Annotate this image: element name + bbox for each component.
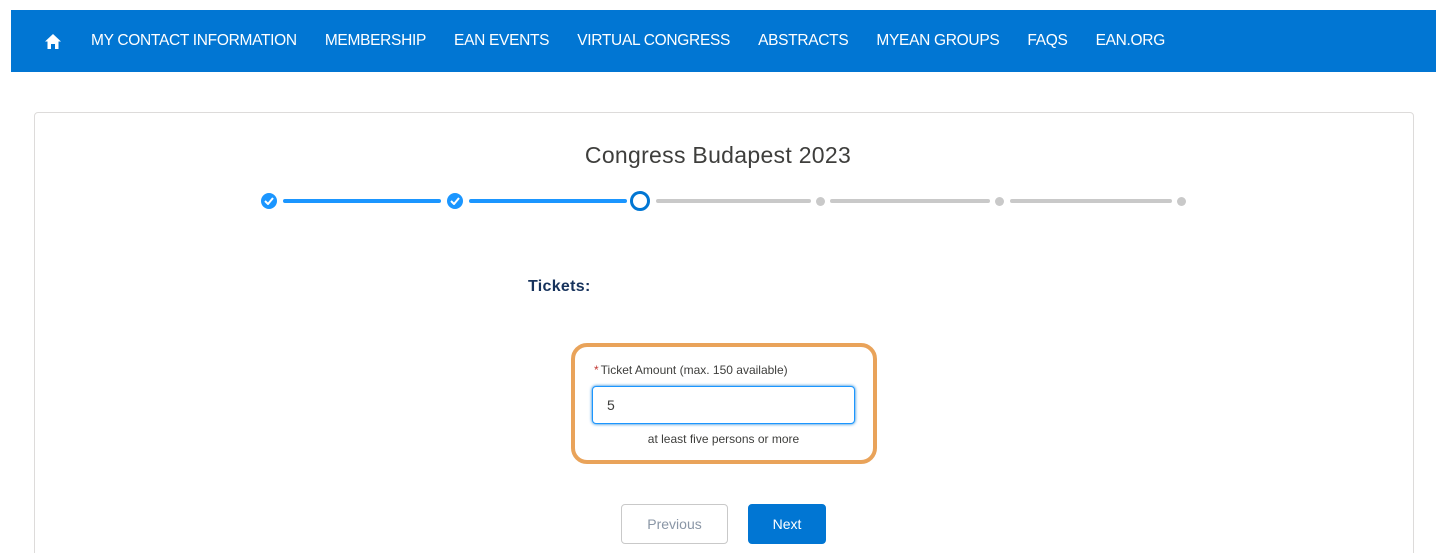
next-button[interactable]: Next — [748, 504, 826, 544]
nav-item-myean-groups[interactable]: MYEAN GROUPS — [876, 10, 999, 72]
nav-item-membership[interactable]: MEMBERSHIP — [325, 10, 427, 72]
progress-segment-5 — [1010, 199, 1172, 203]
home-icon[interactable] — [41, 29, 65, 53]
nav-item-faqs[interactable]: FAQS — [1027, 10, 1067, 72]
nav-item-ean-events[interactable]: EAN EVENTS — [454, 10, 550, 72]
top-navbar: MY CONTACT INFORMATION MEMBERSHIP EAN EV… — [11, 10, 1436, 72]
step-5-icon[interactable] — [995, 197, 1004, 206]
ticket-amount-help-text: at least five persons or more — [647, 432, 800, 446]
nav-item-my-contact-information[interactable]: MY CONTACT INFORMATION — [91, 10, 297, 72]
step-4-icon[interactable] — [816, 197, 825, 206]
progress-segment-4 — [830, 199, 990, 203]
step-1-complete-icon[interactable] — [261, 193, 277, 209]
ticket-amount-input[interactable] — [592, 386, 855, 424]
ticket-amount-label-text: Ticket Amount (max. 150 available) — [600, 363, 788, 377]
nav-item-ean-org[interactable]: EAN.ORG — [1096, 10, 1166, 72]
progress-segment-2 — [469, 199, 627, 203]
step-2-complete-icon[interactable] — [447, 193, 463, 209]
ticket-amount-label: * Ticket Amount (max. 150 available) — [594, 363, 788, 377]
step-6-icon[interactable] — [1177, 197, 1186, 206]
progress-segment-1 — [283, 199, 441, 203]
progress-segment-3 — [656, 199, 811, 203]
required-marker: * — [594, 363, 599, 377]
registration-card — [34, 112, 1414, 553]
tickets-section-label: Tickets: — [528, 278, 591, 295]
previous-button[interactable]: Previous — [621, 504, 728, 544]
page-title: Congress Budapest 2023 — [584, 142, 852, 168]
step-3-current-icon[interactable] — [630, 191, 650, 211]
nav-item-virtual-congress[interactable]: VIRTUAL CONGRESS — [577, 10, 730, 72]
nav-item-abstracts[interactable]: ABSTRACTS — [758, 10, 849, 72]
